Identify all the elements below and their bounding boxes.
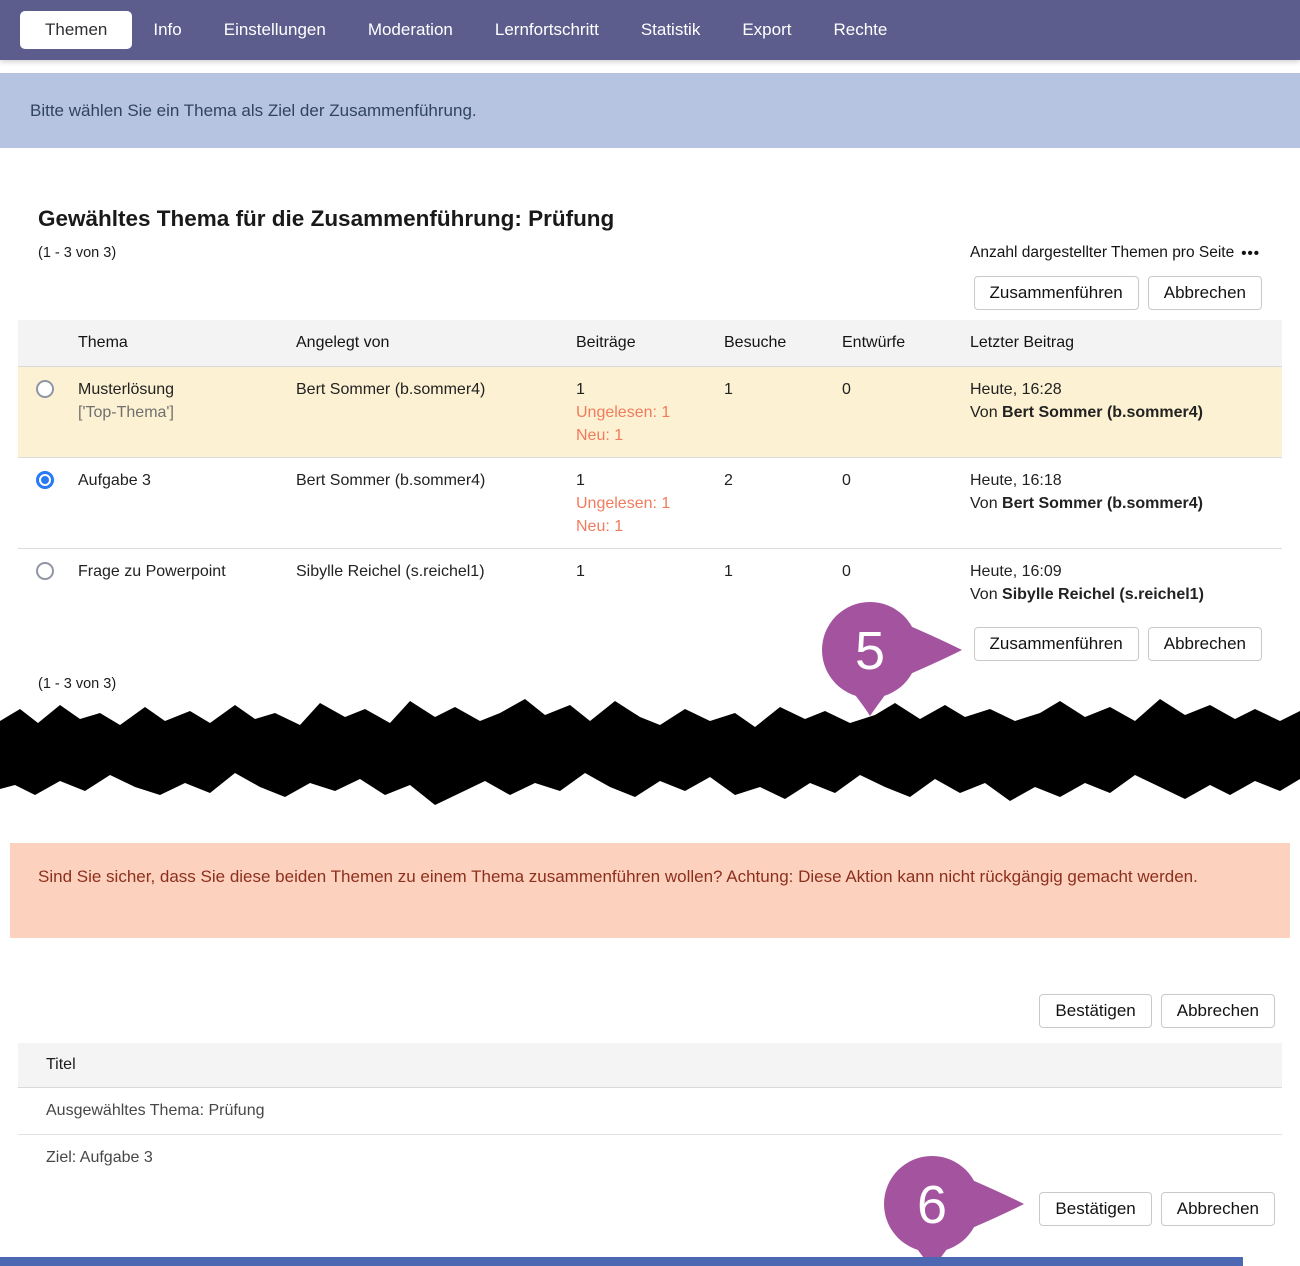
titel-table: Titel Ausgewähltes Thema: Prüfung Ziel: …	[18, 1043, 1282, 1181]
posts-count: 1	[576, 469, 716, 492]
per-page-label: Anzahl dargestellter Themen pro Seite	[970, 244, 1234, 262]
topic-author: Sibylle Reichel (s.reichel1)	[296, 563, 485, 580]
column-letzter-beitrag: Letzter Beitrag	[970, 320, 1282, 367]
annotation-step-6-number: 6	[917, 1175, 947, 1235]
new-count: Neu: 1	[576, 424, 716, 447]
confirm-button[interactable]: Bestätigen	[1039, 994, 1151, 1028]
tab-bar: Themen Info Einstellungen Moderation Ler…	[0, 0, 1300, 60]
confirm-actions-top: Bestätigen Abbrechen	[1039, 994, 1275, 1028]
tab-rechte[interactable]: Rechte	[812, 11, 908, 49]
visits-count: 1	[724, 563, 733, 580]
column-thema: Thema	[78, 320, 296, 367]
pagination-count-top: (1 - 3 von 3)	[38, 245, 116, 261]
table-row: Ausgewähltes Thema: Prüfung	[18, 1088, 1282, 1135]
cancel-button[interactable]: Abbrechen	[1148, 627, 1262, 661]
forum-admin-page: Themen Info Einstellungen Moderation Ler…	[0, 0, 1300, 1266]
topic-subtitle: ['Top-Thema']	[78, 401, 288, 424]
topic-author: Bert Sommer (b.sommer4)	[296, 381, 485, 398]
tab-einstellungen[interactable]: Einstellungen	[203, 11, 347, 49]
topics-table: Thema Angelegt von Beiträge Besuche Entw…	[18, 320, 1282, 616]
tab-lernfortschritt[interactable]: Lernfortschritt	[474, 11, 620, 49]
tab-moderation[interactable]: Moderation	[347, 11, 474, 49]
topic-title[interactable]: Aufgabe 3	[78, 469, 288, 492]
page-title: Gewähltes Thema für die Zusammenführung:…	[38, 206, 614, 232]
redaction-scribble	[0, 693, 1300, 815]
warning-text: Sind Sie sicher, dass Sie diese beiden T…	[38, 867, 1198, 886]
column-angelegt-von: Angelegt von	[296, 320, 576, 367]
table-row: Frage zu Powerpoint Sibylle Reichel (s.r…	[18, 549, 1282, 617]
table-row: Ziel: Aufgabe 3	[18, 1135, 1282, 1182]
topic-radio[interactable]	[36, 562, 54, 580]
last-post-by-prefix: Von	[970, 495, 1002, 512]
table-row: Musterlösung['Top-Thema'] Bert Sommer (b…	[18, 367, 1282, 458]
unread-count: Ungelesen: 1	[576, 492, 716, 515]
cancel-button[interactable]: Abbrechen	[1148, 276, 1262, 310]
tab-themen[interactable]: Themen	[20, 11, 132, 49]
last-post-date: Heute, 16:28	[970, 378, 1274, 401]
cancel-button[interactable]: Abbrechen	[1161, 1192, 1275, 1226]
warning-banner: Sind Sie sicher, dass Sie diese beiden T…	[10, 843, 1290, 938]
topic-radio[interactable]	[36, 380, 54, 398]
merge-button[interactable]: Zusammenführen	[974, 276, 1139, 310]
last-post-date: Heute, 16:09	[970, 560, 1274, 583]
confirm-actions-bottom: Bestätigen Abbrechen	[1039, 1192, 1275, 1226]
info-banner: Bitte wählen Sie ein Thema als Ziel der …	[0, 73, 1300, 148]
last-post-by: Bert Sommer (b.sommer4)	[1002, 495, 1203, 512]
last-post-by: Bert Sommer (b.sommer4)	[1002, 404, 1203, 421]
selected-topic-cell: Ausgewähltes Thema: Prüfung	[18, 1088, 1282, 1135]
drafts-count: 0	[842, 381, 851, 398]
topic-radio[interactable]	[36, 471, 54, 489]
per-page-menu-icon[interactable]: •••	[1241, 245, 1260, 262]
column-beitraege: Beiträge	[576, 320, 724, 367]
last-post-by-prefix: Von	[970, 586, 1002, 603]
last-post-by-prefix: Von	[970, 404, 1002, 421]
visits-count: 2	[724, 472, 733, 489]
merge-actions-top: Zusammenführen Abbrechen	[974, 276, 1262, 310]
table-header-row: Thema Angelegt von Beiträge Besuche Entw…	[18, 320, 1282, 367]
per-page-control: Anzahl dargestellter Themen pro Seite ••…	[970, 244, 1260, 262]
annotation-step-5-number: 5	[855, 621, 885, 681]
column-entwuerfe: Entwürfe	[842, 320, 970, 367]
topic-author: Bert Sommer (b.sommer4)	[296, 472, 485, 489]
radio-column-header	[18, 320, 78, 367]
column-besuche: Besuche	[724, 320, 842, 367]
drafts-count: 0	[842, 472, 851, 489]
unread-count: Ungelesen: 1	[576, 401, 716, 424]
merge-button[interactable]: Zusammenführen	[974, 627, 1139, 661]
cancel-button[interactable]: Abbrechen	[1161, 994, 1275, 1028]
drafts-count: 0	[842, 563, 851, 580]
merge-actions-bottom: Zusammenführen Abbrechen	[974, 627, 1262, 661]
posts-count: 1	[576, 560, 716, 583]
titel-header-row: Titel	[18, 1043, 1282, 1088]
pagination-count-bottom: (1 - 3 von 3)	[38, 676, 116, 692]
posts-count: 1	[576, 378, 716, 401]
info-banner-text: Bitte wählen Sie ein Thema als Ziel der …	[30, 101, 477, 121]
tab-info[interactable]: Info	[132, 11, 202, 49]
tab-export[interactable]: Export	[721, 11, 812, 49]
topic-title[interactable]: Frage zu Powerpoint	[78, 560, 288, 583]
confirm-button[interactable]: Bestätigen	[1039, 1192, 1151, 1226]
column-titel: Titel	[18, 1043, 1282, 1088]
visits-count: 1	[724, 381, 733, 398]
last-post-by: Sibylle Reichel (s.reichel1)	[1002, 586, 1204, 603]
new-count: Neu: 1	[576, 515, 716, 538]
last-post-date: Heute, 16:18	[970, 469, 1274, 492]
table-row: Aufgabe 3 Bert Sommer (b.sommer4) 1Ungel…	[18, 458, 1282, 549]
footer-bar	[0, 1257, 1243, 1266]
topic-title[interactable]: Musterlösung	[78, 378, 288, 401]
tab-statistik[interactable]: Statistik	[620, 11, 722, 49]
target-topic-cell: Ziel: Aufgabe 3	[18, 1135, 1282, 1182]
